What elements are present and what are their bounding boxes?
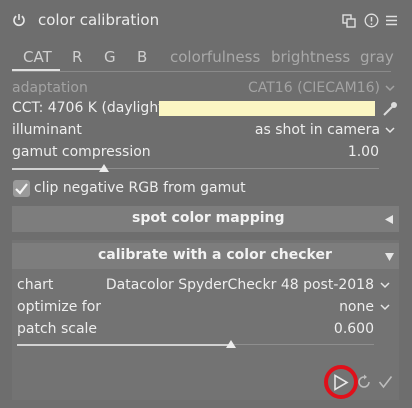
refresh-icon[interactable] [356, 374, 372, 390]
cct-color-swatch [159, 101, 375, 116]
checkmark-icon[interactable] [378, 375, 393, 389]
gamut-compression-slider[interactable] [12, 164, 379, 176]
adaptation-value[interactable]: CAT16 (CIECAM16) [248, 80, 380, 96]
collapse-arrow-left-icon[interactable] [384, 214, 394, 225]
clip-negative-label: clip negative RGB from gamut [34, 180, 246, 196]
tab-brightness[interactable]: brightness [271, 48, 350, 66]
patch-scale-value[interactable]: 0.600 [334, 321, 374, 337]
spot-color-mapping-section[interactable]: spot color mapping [12, 206, 399, 232]
presets-icon[interactable] [364, 13, 379, 28]
cct-label: CCT: 4706 K (daylight) [12, 100, 170, 116]
patch-scale-label: patch scale [17, 321, 98, 337]
optimize-for-value[interactable]: none [339, 299, 374, 315]
clip-negative-checkbox[interactable] [13, 180, 30, 197]
tab-colorfulness[interactable]: colorfulness [170, 48, 260, 66]
chart-label: chart [17, 277, 54, 293]
color-checker-section-header[interactable]: calibrate with a color checker [12, 243, 399, 269]
slider-fill [12, 168, 104, 170]
hamburger-menu-icon[interactable] [384, 13, 399, 28]
chart-value[interactable]: Datacolor SpyderCheckr 48 post-2018 [106, 277, 374, 293]
module-header: color calibration [0, 0, 412, 40]
adaptation-chevron-down-icon[interactable] [385, 85, 395, 92]
optimize-for-chevron-down-icon[interactable] [380, 304, 390, 311]
color-checker-title: calibrate with a color checker [98, 247, 332, 263]
slider-track [231, 344, 374, 345]
adaptation-label: adaptation [12, 80, 88, 96]
checkmark-icon [15, 183, 28, 195]
optimize-for-label: optimize for [17, 299, 102, 315]
expand-arrow-down-icon[interactable] [384, 252, 395, 262]
highlight-circle [324, 365, 358, 399]
tab-divider [12, 71, 391, 72]
spot-color-mapping-title: spot color mapping [132, 210, 285, 226]
slider-handle[interactable] [99, 164, 109, 172]
gamut-compression-value[interactable]: 1.00 [348, 144, 379, 160]
chart-chevron-down-icon[interactable] [380, 282, 390, 289]
slider-fill [17, 344, 231, 346]
slider-handle[interactable] [226, 340, 236, 348]
slider-track [104, 168, 379, 169]
illuminant-label: illuminant [12, 122, 82, 138]
multi-instance-icon[interactable] [342, 14, 356, 28]
color-picker-icon[interactable] [381, 100, 399, 118]
tab-g[interactable]: G [104, 48, 116, 66]
tab-b[interactable]: B [137, 48, 147, 66]
illuminant-chevron-down-icon[interactable] [385, 127, 395, 134]
module-title: color calibration [38, 11, 160, 29]
tab-r[interactable]: R [72, 48, 82, 66]
gamut-compression-label: gamut compression [12, 144, 151, 160]
power-icon[interactable] [12, 13, 26, 27]
illuminant-value[interactable]: as shot in camera [255, 122, 380, 138]
tab-cat[interactable]: CAT [23, 48, 52, 66]
tab-gray[interactable]: gray [360, 48, 394, 66]
patch-scale-slider[interactable] [17, 340, 374, 352]
